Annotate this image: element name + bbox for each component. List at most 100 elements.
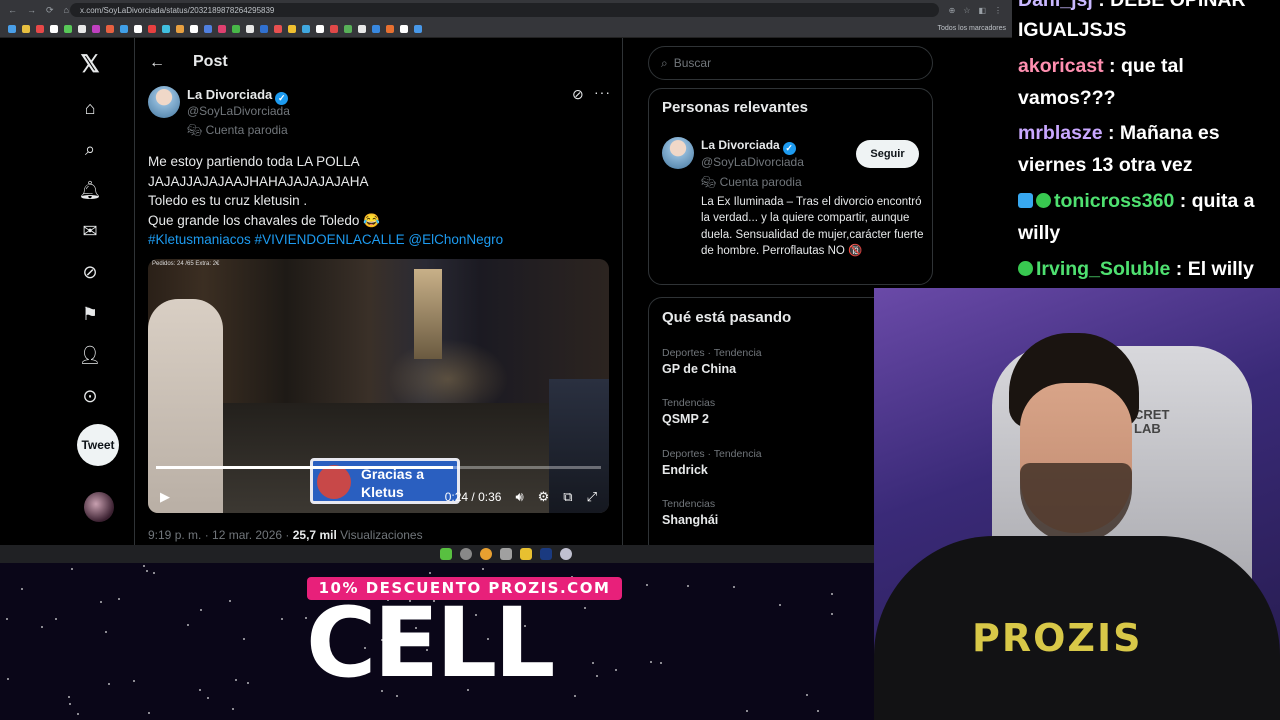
bookmark-icon[interactable] — [106, 24, 114, 33]
bookmark-icon[interactable] — [64, 24, 72, 33]
bookmark-icon[interactable] — [344, 24, 352, 33]
photoshop-icon[interactable] — [540, 548, 552, 560]
bookmarks-icon[interactable]: ⚑ — [78, 302, 102, 326]
tweet-button[interactable]: Tweet — [77, 424, 119, 466]
bookmark-icon[interactable] — [372, 24, 380, 33]
verified-badge-icon: ✓ — [782, 142, 796, 155]
search-input[interactable]: ⌕ Buscar — [648, 46, 933, 80]
author-name[interactable]: La Divorciada — [187, 87, 272, 102]
bookmark-icon[interactable] — [358, 24, 366, 33]
bookmark-icon[interactable] — [50, 24, 58, 33]
star-dot — [229, 600, 231, 602]
star-dot — [584, 607, 586, 609]
bookmark-icon[interactable] — [246, 24, 254, 33]
bookmark-icon[interactable] — [120, 24, 128, 33]
settings-gear-icon[interactable]: ⚙ — [538, 489, 550, 505]
messages-mail-icon[interactable]: ✉ — [78, 219, 102, 243]
post-timestamp[interactable]: 9:19 p. m. · 12 mar. 2026 · — [148, 528, 293, 542]
bookmark-icon[interactable] — [316, 24, 324, 33]
chat-line: willy — [1018, 217, 1060, 249]
home-icon[interactable]: ⌂ — [64, 5, 69, 16]
relevant-name[interactable]: La Divorciada — [701, 138, 780, 152]
back-arrow-icon[interactable]: ← — [149, 54, 165, 72]
relevant-avatar[interactable] — [662, 137, 694, 169]
bookmark-icon[interactable] — [218, 24, 226, 33]
more-options-icon[interactable]: ⊙ — [78, 384, 102, 408]
menu-icon[interactable]: ⋮ — [994, 6, 1002, 15]
trend-item[interactable]: Deportes · Tendencia GP de China — [662, 347, 762, 376]
extension-icon[interactable]: ◧ — [978, 6, 986, 15]
star-dot — [207, 697, 209, 699]
bookmark-icon[interactable] — [176, 24, 184, 33]
video-tower — [414, 269, 442, 359]
author-handle[interactable]: @SoyLaDivorciada — [187, 104, 290, 118]
bookmark-icon[interactable] — [78, 24, 86, 33]
video-progress-bar[interactable] — [156, 466, 601, 469]
play-icon[interactable]: ▶ — [160, 489, 170, 505]
trend-item[interactable]: Tendencias Shanghái — [662, 498, 718, 527]
relevant-people-card: Personas relevantes La Divorciada ✓ @SoyL… — [648, 88, 933, 285]
star-icon[interactable]: ☆ — [963, 6, 970, 15]
star-dot — [108, 683, 110, 685]
pip-icon[interactable]: ⧉ — [563, 489, 572, 505]
reload-icon[interactable]: ⟳ — [46, 5, 54, 16]
trend-name: Shanghái — [662, 513, 719, 527]
stream-chat: Dani_jsj : DEBE OPINAR IGUALJSJS akorica… — [1012, 0, 1280, 288]
bookmark-icon[interactable] — [36, 24, 44, 33]
follow-button[interactable]: Seguir — [856, 140, 919, 168]
folder-icon[interactable] — [520, 548, 532, 560]
star-dot — [143, 565, 145, 567]
star-dot — [133, 680, 135, 682]
profile-icon[interactable]: 👤︎ — [78, 343, 102, 367]
bookmark-icon[interactable] — [162, 24, 170, 33]
trend-item[interactable]: Deportes · Tendencia Endrick — [662, 448, 762, 477]
post-hashtags[interactable]: #Kletusmaniacos #VIVIENDOENLACALLE @ElCh… — [148, 230, 608, 250]
bookmark-icon[interactable] — [8, 24, 16, 33]
bookmark-icon[interactable] — [134, 24, 142, 33]
chrome-icon[interactable] — [480, 548, 492, 560]
grok-explain-icon[interactable]: ⊘ — [572, 86, 584, 103]
notifications-bell-icon[interactable]: 🔔︎ — [78, 178, 102, 202]
bookmark-icon[interactable] — [386, 24, 394, 33]
bookmark-icon[interactable] — [260, 24, 268, 33]
account-avatar[interactable] — [84, 492, 114, 522]
promo-code: CELL — [306, 587, 555, 699]
relevant-name-row[interactable]: La Divorciada ✓ — [701, 138, 796, 155]
bookmark-icon[interactable] — [92, 24, 100, 33]
bookmark-icon[interactable] — [204, 24, 212, 33]
app-icon[interactable] — [500, 548, 512, 560]
bookmark-icon[interactable] — [414, 24, 422, 33]
relevant-handle[interactable]: @SoyLaDivorciada — [701, 155, 804, 169]
trends-title: Qué está pasando — [662, 309, 792, 326]
all-bookmarks-label[interactable]: Todos los marcadores — [938, 25, 1012, 32]
more-horizontal-icon[interactable]: ··· — [594, 84, 611, 100]
bookmark-icon[interactable] — [400, 24, 408, 33]
zoom-icon[interactable]: ⊕ — [949, 6, 956, 15]
author-avatar[interactable] — [148, 86, 180, 118]
bookmark-icon[interactable] — [274, 24, 282, 33]
trend-item[interactable]: Tendencias QSMP 2 — [662, 397, 715, 426]
bookmark-icon[interactable] — [232, 24, 240, 33]
bookmark-icon[interactable] — [190, 24, 198, 33]
bookmark-icon[interactable] — [288, 24, 296, 33]
forward-icon[interactable]: → — [27, 5, 36, 16]
grok-icon[interactable]: ⊘ — [78, 260, 102, 284]
bookmark-icon[interactable] — [148, 24, 156, 33]
author-name-row[interactable]: La Divorciada ✓ — [187, 87, 289, 105]
back-icon[interactable]: ← — [8, 5, 17, 16]
home-nav-icon[interactable]: ⌂ — [78, 96, 102, 120]
bookmark-icon[interactable] — [330, 24, 338, 33]
address-bar[interactable]: x.com/SoyLaDivorciada/status/20321898782… — [70, 3, 939, 17]
video-player[interactable]: Pedidos: 24 /65 Extra: 2€ Gracias a Klet… — [148, 259, 609, 513]
video-progress-fill — [156, 466, 453, 469]
app-icon[interactable] — [460, 548, 472, 560]
app-icon[interactable] — [440, 548, 452, 560]
bookmark-icon[interactable] — [302, 24, 310, 33]
fullscreen-icon[interactable]: ⤢ — [587, 489, 597, 505]
app-icon[interactable] — [560, 548, 572, 560]
bookmarks-bar: Todos los marcadores — [0, 20, 1012, 38]
explore-search-icon[interactable]: ⌕ — [78, 137, 102, 161]
bookmark-icon[interactable] — [22, 24, 30, 33]
x-logo-icon[interactable]: 𝕏 — [78, 51, 102, 78]
volume-icon[interactable]: 🔊︎ — [515, 489, 523, 505]
